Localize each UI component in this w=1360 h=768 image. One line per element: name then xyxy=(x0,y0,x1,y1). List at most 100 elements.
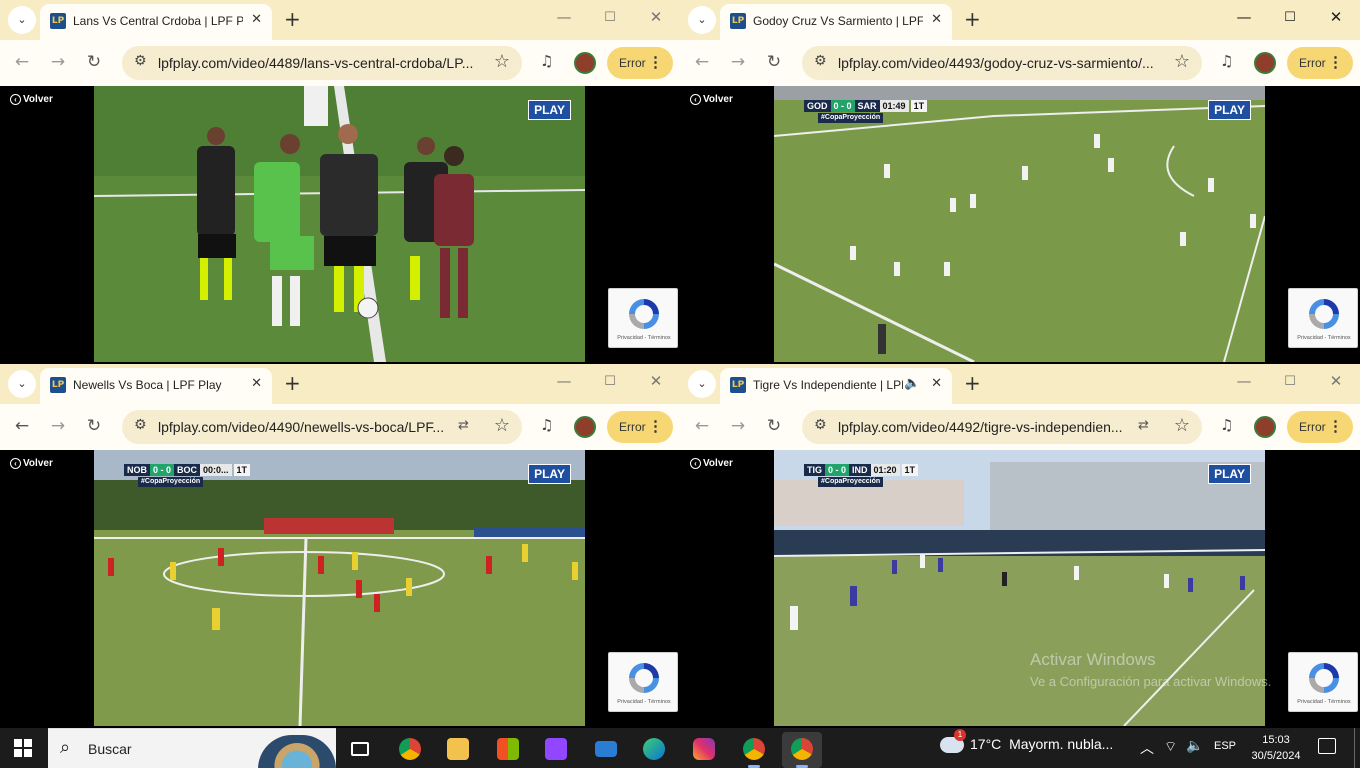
new-tab-button[interactable]: + xyxy=(964,371,981,395)
site-info-icon[interactable]: ⚙ xyxy=(814,53,827,69)
url-text[interactable]: lpfplay.com/video/4489/lans-vs-central-c… xyxy=(158,55,476,71)
url-text[interactable]: lpfplay.com/video/4493/godoy-cruz-vs-sar… xyxy=(838,55,1156,71)
start-button[interactable] xyxy=(14,739,32,757)
close-window-button[interactable]: ✕ xyxy=(1322,8,1350,26)
address-bar[interactable]: ⚙ lpfplay.com/video/4493/godoy-cruz-vs-s… xyxy=(802,46,1202,80)
recaptcha-links[interactable]: Privacidad - Términos xyxy=(609,335,679,341)
video-player[interactable]: GOD 0 - 0 SAR 01:49 1T #CopaProyección PLAY xyxy=(774,86,1265,362)
update-error-button[interactable]: Error ⋮ xyxy=(607,47,673,79)
volver-link[interactable]: ‹ Volver xyxy=(10,458,53,469)
media-control-icon[interactable]: ♫ xyxy=(1220,52,1233,70)
bookmark-star-icon[interactable]: ☆ xyxy=(1174,51,1190,72)
recaptcha-badge[interactable]: Privacidad - Términos xyxy=(1288,652,1358,712)
maximize-button[interactable]: ☐ xyxy=(1276,10,1304,25)
maximize-button[interactable]: ☐ xyxy=(596,374,624,389)
url-text[interactable]: lpfplay.com/video/4490/newells-vs-boca/L… xyxy=(158,419,476,435)
reload-button[interactable]: ↻ xyxy=(82,416,106,436)
weather-widget[interactable]: 1 17°C Mayorm. nubla... xyxy=(940,729,1113,768)
update-error-button[interactable]: Error ⋮ xyxy=(607,411,673,443)
tab-active[interactable]: LP Tigre Vs Independiente | LPF 🔈 ✕ xyxy=(720,368,952,404)
microsoft-store-icon[interactable] xyxy=(488,732,528,768)
chrome-active-icon[interactable] xyxy=(782,732,822,768)
chevron-up-icon[interactable]: ︿ xyxy=(1140,738,1154,758)
volver-link[interactable]: ‹ Volver xyxy=(10,94,53,105)
recaptcha-badge[interactable]: Privacidad - Términos xyxy=(608,288,678,348)
volver-link[interactable]: ‹ Volver xyxy=(690,94,733,105)
media-control-icon[interactable]: ♫ xyxy=(540,52,553,70)
profile-avatar[interactable] xyxy=(574,416,596,438)
forward-button[interactable]: → xyxy=(46,416,70,436)
minimize-button[interactable]: — xyxy=(550,8,578,26)
mail-icon[interactable] xyxy=(586,732,626,768)
tab-active[interactable]: LP Newells Vs Boca | LPF Play ✕ xyxy=(40,368,272,404)
clock[interactable]: 15:03 30/5/2024 xyxy=(1248,732,1304,768)
edge-icon[interactable] xyxy=(634,732,674,768)
bookmark-star-icon[interactable]: ☆ xyxy=(494,415,510,436)
chrome-icon[interactable] xyxy=(390,732,430,768)
recaptcha-badge[interactable]: Privacidad - Términos xyxy=(608,652,678,712)
media-control-icon[interactable]: ♫ xyxy=(1220,416,1233,434)
speaker-icon[interactable]: 🔈 xyxy=(904,376,920,391)
forward-button[interactable]: → xyxy=(46,52,70,72)
file-explorer-icon[interactable] xyxy=(438,732,478,768)
tab-close-icon[interactable]: ✕ xyxy=(931,12,942,27)
site-info-icon[interactable]: ⚙ xyxy=(134,53,147,69)
site-info-icon[interactable]: ⚙ xyxy=(814,417,827,433)
minimize-button[interactable]: — xyxy=(550,372,578,390)
tab-search-button[interactable]: ⌄ xyxy=(688,6,716,34)
close-window-button[interactable]: ✕ xyxy=(642,8,670,26)
update-error-button[interactable]: Error ⋮ xyxy=(1287,47,1353,79)
maximize-button[interactable]: ☐ xyxy=(596,10,624,25)
language-indicator[interactable]: ESP xyxy=(1214,740,1236,768)
maximize-button[interactable]: ☐ xyxy=(1276,374,1304,389)
tab-search-button[interactable]: ⌄ xyxy=(8,6,36,34)
forward-button[interactable]: → xyxy=(726,416,750,436)
reload-button[interactable]: ↻ xyxy=(762,416,786,436)
instagram-icon[interactable] xyxy=(684,732,724,768)
minimize-button[interactable]: — xyxy=(1230,372,1258,390)
new-tab-button[interactable]: + xyxy=(284,371,301,395)
tab-close-icon[interactable]: ✕ xyxy=(931,376,942,391)
back-button[interactable]: ← xyxy=(10,52,34,72)
back-button[interactable]: ← xyxy=(690,416,714,436)
profile-avatar[interactable] xyxy=(1254,416,1276,438)
translate-icon[interactable]: ⇄ xyxy=(458,418,469,433)
update-error-button[interactable]: Error ⋮ xyxy=(1287,411,1353,443)
recaptcha-links[interactable]: Privacidad - Términos xyxy=(609,699,679,705)
forward-button[interactable]: → xyxy=(726,52,750,72)
site-info-icon[interactable]: ⚙ xyxy=(134,417,147,433)
media-control-icon[interactable]: ♫ xyxy=(540,416,553,434)
task-view-icon[interactable] xyxy=(340,732,380,768)
bookmark-star-icon[interactable]: ☆ xyxy=(1174,415,1190,436)
tab-close-icon[interactable]: ✕ xyxy=(251,376,262,391)
volver-link[interactable]: ‹ Volver xyxy=(690,458,733,469)
video-player[interactable]: PLAY xyxy=(94,86,585,362)
back-button[interactable]: ← xyxy=(10,416,34,436)
reload-button[interactable]: ↻ xyxy=(82,52,106,72)
video-player[interactable]: NOB 0 - 0 BOC 00:0... 1T #CopaProyección PLA… xyxy=(94,450,585,726)
url-text[interactable]: lpfplay.com/video/4492/tigre-vs-independ… xyxy=(838,419,1156,435)
profile-avatar[interactable] xyxy=(1254,52,1276,74)
reload-button[interactable]: ↻ xyxy=(762,52,786,72)
translate-icon[interactable]: ⇄ xyxy=(1138,418,1149,433)
back-button[interactable]: ← xyxy=(690,52,714,72)
twitch-icon[interactable] xyxy=(536,732,576,768)
address-bar[interactable]: ⚙ lpfplay.com/video/4490/newells-vs-boca… xyxy=(122,410,522,444)
recaptcha-badge[interactable]: Privacidad - Términos xyxy=(1288,288,1358,348)
chrome-profile-icon[interactable] xyxy=(734,732,774,768)
recaptcha-links[interactable]: Privacidad - Términos xyxy=(1289,335,1359,341)
close-window-button[interactable]: ✕ xyxy=(1322,372,1350,390)
tab-close-icon[interactable]: ✕ xyxy=(251,12,262,27)
recaptcha-links[interactable]: Privacidad - Términos xyxy=(1289,699,1359,705)
wifi-icon[interactable]: ⌔ xyxy=(1164,738,1177,756)
address-bar[interactable]: ⚙ lpfplay.com/video/4489/lans-vs-central… xyxy=(122,46,522,80)
tab-search-button[interactable]: ⌄ xyxy=(8,370,36,398)
notification-icon[interactable] xyxy=(1318,738,1336,754)
show-desktop-button[interactable] xyxy=(1354,728,1360,768)
bookmark-star-icon[interactable]: ☆ xyxy=(494,51,510,72)
tab-active[interactable]: LP Lans Vs Central Crdoba | LPF Pla ✕ xyxy=(40,4,272,40)
close-window-button[interactable]: ✕ xyxy=(642,372,670,390)
taskbar-search[interactable]: ⌕ Buscar xyxy=(48,728,336,768)
profile-avatar[interactable] xyxy=(574,52,596,74)
new-tab-button[interactable]: + xyxy=(284,7,301,31)
